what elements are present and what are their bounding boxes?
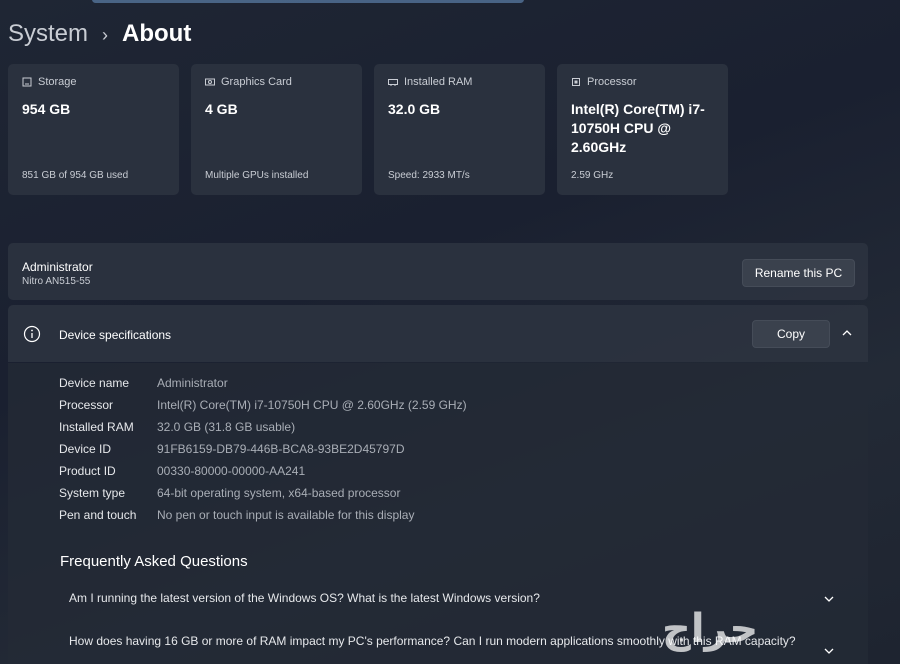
spec-row: System type 64-bit operating system, x64…: [59, 482, 467, 504]
pc-name: Administrator: [22, 260, 93, 274]
spec-value: 91FB6159-DB79-446B-BCA8-93BE2D45797D: [157, 442, 405, 456]
card-ram[interactable]: Installed RAM 32.0 GB Speed: 2933 MT/s: [374, 64, 545, 195]
pc-model: Nitro AN515-55: [22, 276, 91, 287]
spec-row: Installed RAM 32.0 GB (31.8 GB usable): [59, 416, 467, 438]
card-label: Installed RAM: [404, 76, 473, 88]
spec-row: Device name Administrator: [59, 372, 467, 394]
info-icon: [23, 325, 41, 343]
card-value: 954 GB: [22, 101, 71, 117]
card-storage[interactable]: Storage 954 GB 851 GB of 954 GB used: [8, 64, 179, 195]
spec-label: Processor: [59, 398, 114, 412]
rename-pc-button[interactable]: Rename this PC: [742, 259, 855, 287]
breadcrumb: System › About: [8, 14, 191, 54]
pc-name-row: Administrator Nitro AN515-55 Rename this…: [8, 243, 868, 300]
graphics-card-icon: [205, 77, 215, 87]
spec-cards: Storage 954 GB 851 GB of 954 GB used Gra…: [8, 64, 728, 195]
card-graphics[interactable]: Graphics Card 4 GB Multiple GPUs install…: [191, 64, 362, 195]
spec-label: Pen and touch: [59, 508, 137, 522]
card-value: 32.0 GB: [388, 101, 441, 117]
copy-button[interactable]: Copy: [752, 320, 830, 348]
spec-row: Processor Intel(R) Core(TM) i7-10750H CP…: [59, 394, 467, 416]
card-processor[interactable]: Processor Intel(R) Core(TM) i7-10750H CP…: [557, 64, 728, 195]
storage-icon: [22, 77, 32, 87]
device-specifications-header[interactable]: Device specifications Copy: [8, 305, 868, 362]
top-scroll-accent: [92, 0, 524, 3]
device-specifications-title: Device specifications: [59, 328, 172, 342]
spec-label: Installed RAM: [59, 420, 134, 434]
card-label: Graphics Card: [221, 76, 292, 88]
spec-value: 32.0 GB (31.8 GB usable): [157, 420, 296, 434]
spec-value: No pen or touch input is available for t…: [157, 508, 415, 522]
chevron-up-icon[interactable]: [840, 326, 854, 340]
faq-item[interactable]: Am I running the latest version of the W…: [69, 590, 839, 606]
spec-value: Administrator: [157, 376, 228, 390]
card-label: Storage: [38, 76, 77, 88]
card-subtext: 2.59 GHz: [571, 170, 614, 181]
chevron-right-icon: ›: [102, 24, 109, 45]
spec-row: Device ID 91FB6159-DB79-446B-BCA8-93BE2D…: [59, 438, 467, 460]
chevron-down-icon[interactable]: [823, 644, 835, 656]
card-label: Processor: [587, 76, 637, 88]
spec-row: Pen and touch No pen or touch input is a…: [59, 504, 467, 526]
ram-icon: [388, 77, 398, 87]
spec-label: Device ID: [59, 442, 112, 456]
spec-table: Device name Administrator Processor Inte…: [59, 372, 467, 526]
spec-label: Product ID: [59, 464, 116, 478]
card-subtext: Multiple GPUs installed: [205, 170, 309, 181]
spec-label: Device name: [59, 376, 130, 390]
page-title: About: [122, 20, 192, 47]
haraj-watermark: حراج: [662, 606, 759, 652]
spec-value: 64-bit operating system, x64-based proce…: [157, 486, 401, 500]
card-value: 4 GB: [205, 101, 238, 117]
spec-value: 00330-80000-00000-AA241: [157, 464, 306, 478]
spec-row: Product ID 00330-80000-00000-AA241: [59, 460, 467, 482]
breadcrumb-system[interactable]: System: [8, 20, 88, 48]
processor-icon: [571, 77, 581, 87]
card-subtext: 851 GB of 954 GB used: [22, 170, 129, 181]
spec-label: System type: [59, 486, 126, 500]
settings-about-page: System › About Storage 954 GB 851 GB of …: [0, 0, 900, 664]
spec-value: Intel(R) Core(TM) i7-10750H CPU @ 2.60GH…: [157, 398, 467, 412]
card-subtext: Speed: 2933 MT/s: [388, 170, 470, 181]
faq-title: Frequently Asked Questions: [60, 553, 248, 570]
card-value: Intel(R) Core(TM) i7-10750H CPU @ 2.60GH…: [571, 101, 705, 155]
chevron-down-icon[interactable]: [823, 592, 835, 604]
